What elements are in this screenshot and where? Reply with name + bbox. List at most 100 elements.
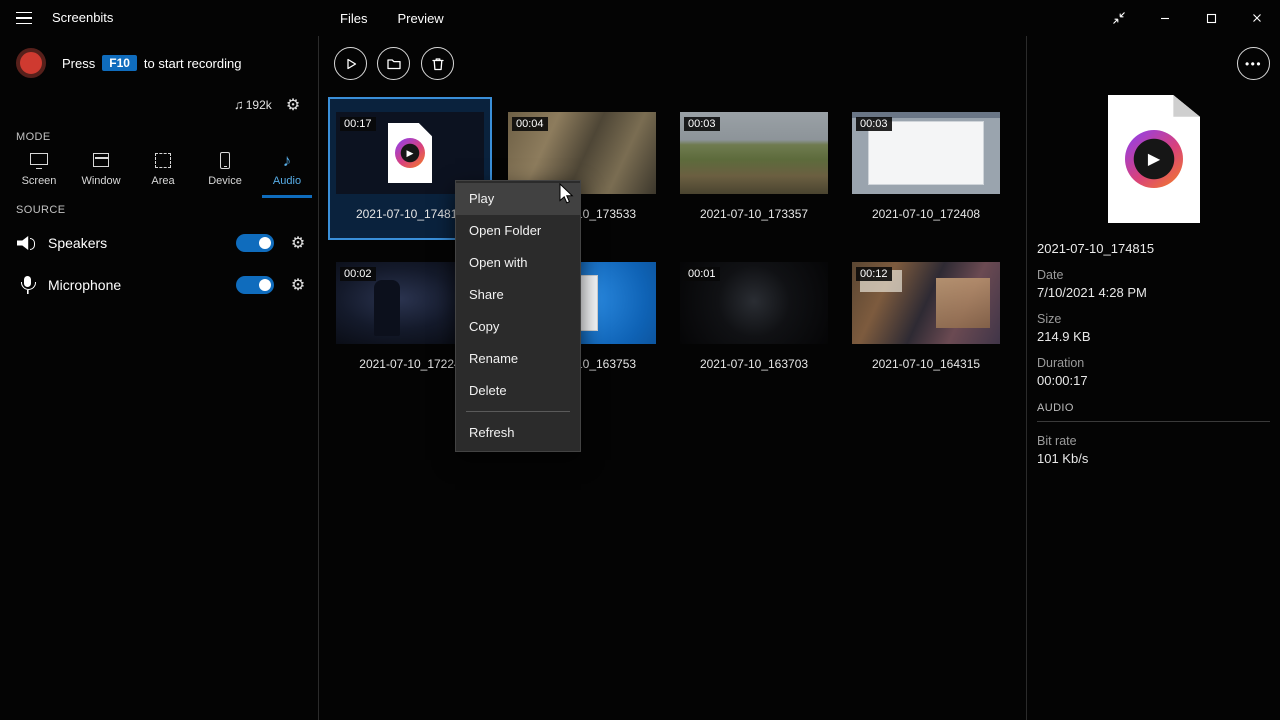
close-icon xyxy=(1253,14,1261,22)
audio-settings-button[interactable] xyxy=(283,95,303,115)
video-filename: 2021-07-10_164315 xyxy=(871,357,981,371)
context-menu-item[interactable]: Open Folder xyxy=(456,215,580,247)
minimize-button[interactable] xyxy=(1142,0,1188,36)
detail-field-value: 101 Kb/s xyxy=(1037,451,1089,466)
source-icon xyxy=(16,232,40,254)
duration-badge: 00:03 xyxy=(856,117,892,131)
app-title: Screenbits xyxy=(52,10,114,25)
context-menu-item[interactable]: Share xyxy=(456,279,580,311)
context-menu-item[interactable]: Delete xyxy=(456,375,580,407)
source-icon xyxy=(16,274,40,296)
close-button[interactable] xyxy=(1234,0,1280,36)
thumbnail-frame: 00:01 xyxy=(680,262,828,344)
sidebar: Press F10 to start recording 192k MODE S… xyxy=(0,36,319,720)
detail-field-label: Size xyxy=(1037,312,1062,326)
detail-body: 2021-07-10_174815 Date 7/10/2021 4:28 PM… xyxy=(1037,241,1270,466)
mode-tab[interactable]: Audio xyxy=(256,148,318,198)
music-note-icon xyxy=(234,97,244,112)
context-menu-item[interactable]: Copy xyxy=(456,311,580,343)
hamburger-icon xyxy=(16,11,32,14)
gear-icon xyxy=(291,275,305,295)
video-filename: 2021-07-10_172408 xyxy=(871,207,981,221)
context-menu-item[interactable]: Open with xyxy=(456,247,580,279)
duration-badge: 00:12 xyxy=(856,267,892,281)
video-gallery: 00:17 2021-07-10_174815 00:04 2021-07-10… xyxy=(319,36,1026,720)
duration-badge: 00:01 xyxy=(684,267,720,281)
mode-tab-label: Audio xyxy=(272,175,302,187)
mode-tab-label: Device xyxy=(208,175,242,187)
compact-mode-button[interactable] xyxy=(1096,0,1142,36)
context-menu-item[interactable]: Refresh xyxy=(456,411,580,449)
screenbits-window: Screenbits Files Preview Press F10 to st… xyxy=(0,0,1280,720)
source-label: Speakers xyxy=(48,235,108,251)
context-menu-item[interactable]: Rename xyxy=(456,343,580,375)
detail-field: Size 214.9 KB xyxy=(1037,312,1270,344)
mode-tabs: Screen Window Area Device ♪ Audio xyxy=(8,148,318,198)
source-settings-button[interactable] xyxy=(288,275,308,295)
record-hint-press: Press xyxy=(62,55,96,71)
duration-badge: 00:04 xyxy=(512,117,548,131)
mouse-cursor xyxy=(559,183,574,204)
gallery-item[interactable]: 00:03 2021-07-10_172408 xyxy=(844,97,1008,240)
source-rows: Speakers Microphone xyxy=(0,226,318,310)
collapse-arrows-icon xyxy=(1113,12,1125,24)
gallery-item[interactable]: 00:03 2021-07-10_173357 xyxy=(672,97,836,240)
files-pane: 00:17 2021-07-10_174815 00:04 2021-07-10… xyxy=(319,36,1026,720)
mode-tab[interactable]: Area xyxy=(132,148,194,198)
detail-field-label: Date xyxy=(1037,268,1064,282)
source-row: Speakers xyxy=(0,226,318,260)
top-tab[interactable]: Files xyxy=(340,11,367,26)
detail-fields: Date 7/10/2021 4:28 PM Size 214.9 KB Dur… xyxy=(1037,268,1270,388)
mode-tab-label: Screen xyxy=(21,175,57,187)
duration-badge: 00:17 xyxy=(340,117,376,131)
play-badge-icon xyxy=(1125,130,1183,188)
maximize-icon xyxy=(1206,13,1217,24)
gear-icon xyxy=(286,95,300,115)
context-menu: Play Open Folder Open with Share Copy Re… xyxy=(455,180,581,452)
window-controls xyxy=(1096,0,1280,36)
gear-icon xyxy=(291,233,305,253)
audio-bitrate: 192k xyxy=(234,97,272,112)
detail-field-value: 214.9 KB xyxy=(1037,329,1091,344)
duration-badge: 00:02 xyxy=(340,267,376,281)
hamburger-menu-button[interactable] xyxy=(0,0,48,36)
thumbnail-frame: 00:03 xyxy=(852,112,1000,194)
maximize-button[interactable] xyxy=(1188,0,1234,36)
mode-tab-icon xyxy=(276,151,298,171)
preview-file-icon xyxy=(1108,95,1200,223)
detail-panel: 2021-07-10_174815 Date 7/10/2021 4:28 PM… xyxy=(1026,36,1280,720)
selected-file-name: 2021-07-10_174815 xyxy=(1037,241,1155,256)
detail-field-value: 00:00:17 xyxy=(1037,373,1088,388)
mode-tab-label: Area xyxy=(151,175,175,187)
detail-field: Bit rate 101 Kb/s xyxy=(1037,434,1270,466)
bitrate-value: 192k xyxy=(245,97,272,112)
mode-tab[interactable]: Screen xyxy=(8,148,70,198)
source-label: Microphone xyxy=(48,277,122,293)
mode-tab-icon xyxy=(28,151,50,171)
gallery-item[interactable]: 00:01 2021-07-10_163703 xyxy=(672,247,836,390)
source-settings-button[interactable] xyxy=(288,233,308,253)
detail-field-label: Bit rate xyxy=(1037,434,1077,448)
duration-badge: 00:03 xyxy=(684,117,720,131)
mode-tab-icon xyxy=(90,151,112,171)
detail-field-value: 7/10/2021 4:28 PM xyxy=(1037,285,1147,300)
audio-section-heading: AUDIO xyxy=(1037,402,1270,422)
record-hint: Press F10 to start recording xyxy=(62,55,241,71)
top-tab[interactable]: Preview xyxy=(397,11,443,26)
minimize-icon xyxy=(1161,17,1169,20)
thumbnail-frame: 00:03 xyxy=(680,112,828,194)
record-button[interactable] xyxy=(16,48,46,78)
audio-fields: Bit rate 101 Kb/s xyxy=(1037,434,1270,466)
toggle-switch[interactable] xyxy=(236,276,274,294)
mode-tab[interactable]: Window xyxy=(70,148,132,198)
hotkey-badge: F10 xyxy=(102,55,137,71)
detail-field: Date 7/10/2021 4:28 PM xyxy=(1037,268,1270,300)
titlebar: Screenbits Files Preview xyxy=(0,0,1280,36)
mode-tab-label: Window xyxy=(81,175,121,187)
gallery-item[interactable]: 00:12 2021-07-10_164315 xyxy=(844,247,1008,390)
mode-heading: MODE xyxy=(16,131,51,143)
detail-field-label: Duration xyxy=(1037,356,1085,370)
mode-tab[interactable]: Device xyxy=(194,148,256,198)
detail-field: Duration 00:00:17 xyxy=(1037,356,1270,388)
toggle-switch[interactable] xyxy=(236,234,274,252)
